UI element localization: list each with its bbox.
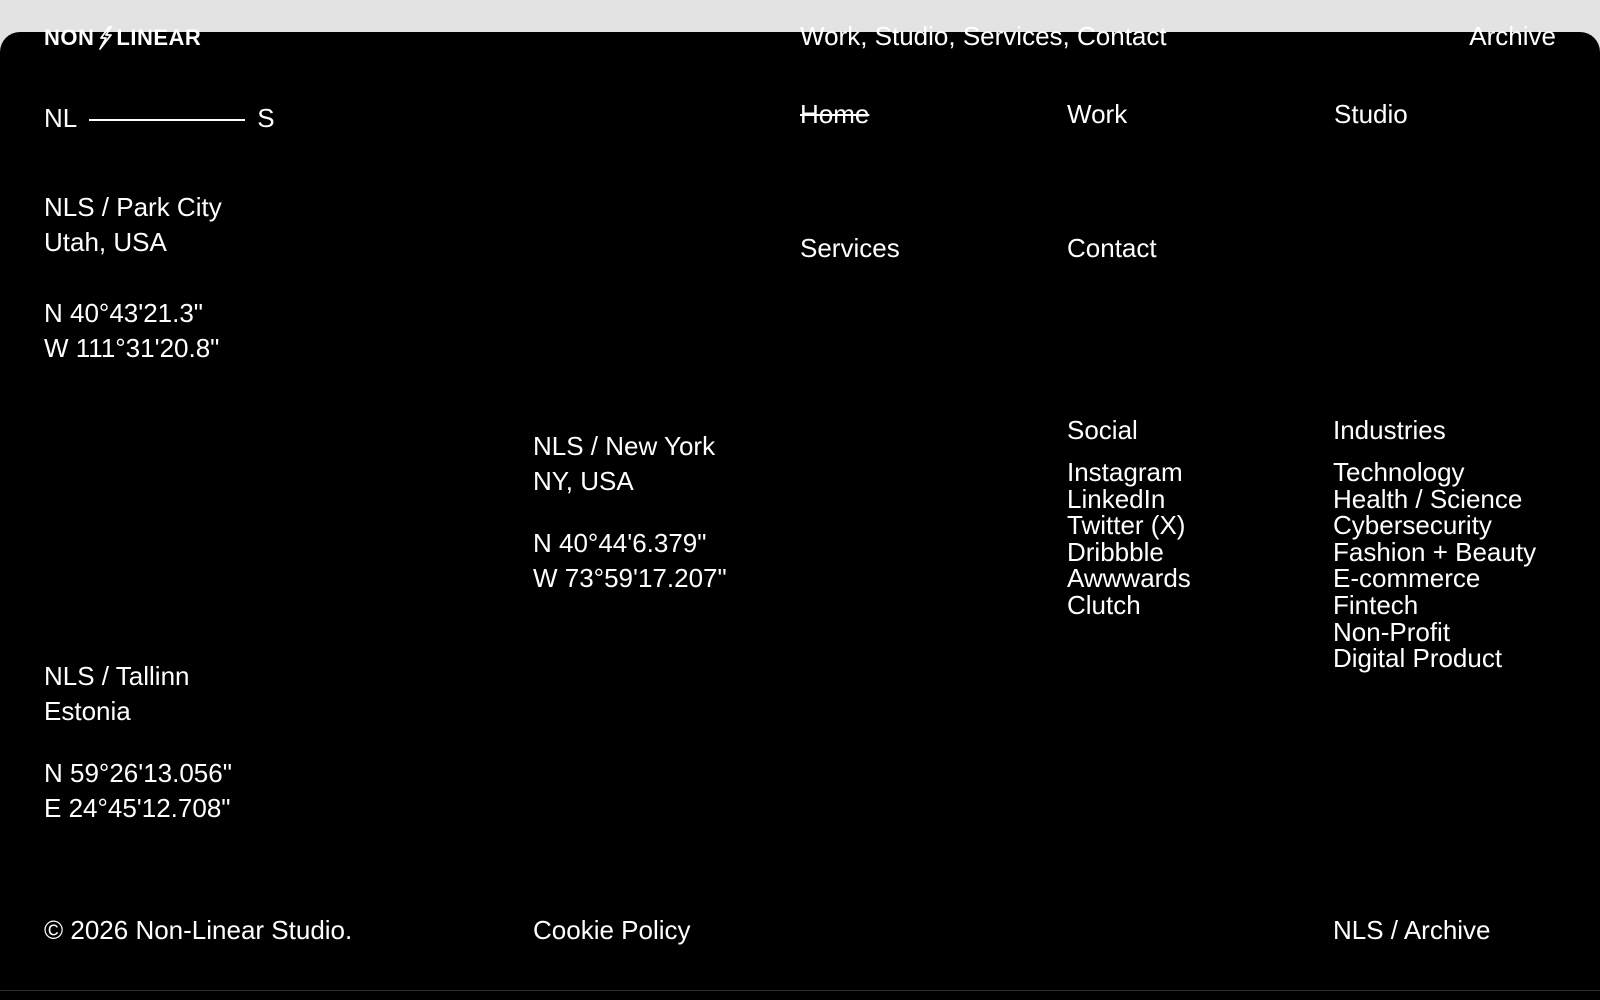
social-link-clutch[interactable]: Clutch	[1067, 592, 1191, 619]
location-name: NLS / Park City	[44, 192, 222, 222]
nls-mark: NL S	[44, 100, 275, 136]
logo-text-left: NON	[44, 25, 95, 50]
location-region: Estonia	[44, 696, 131, 726]
location-longitude: W 111°31'20.8"	[44, 333, 220, 363]
top-nav-archive[interactable]: Archive	[1469, 20, 1556, 52]
location-name: NLS / Tallinn	[44, 661, 190, 691]
industry-link-fintech[interactable]: Fintech	[1333, 592, 1536, 619]
social-link-dribbble[interactable]: Dribbble	[1067, 539, 1191, 566]
menu-home-link[interactable]: Home	[800, 98, 869, 130]
location-region: Utah, USA	[44, 227, 167, 257]
industry-link-digital-product[interactable]: Digital Product	[1333, 645, 1536, 672]
social-section: Social Instagram LinkedIn Twitter (X) Dr…	[1067, 414, 1191, 619]
logo[interactable]: NON LINEAR	[44, 26, 201, 50]
panel-bottom-edge	[0, 990, 1600, 1000]
menu-studio-link[interactable]: Studio	[1334, 98, 1408, 130]
social-link-instagram[interactable]: Instagram	[1067, 459, 1191, 486]
location-longitude: E 24°45'12.708"	[44, 793, 231, 823]
industry-link-non-profit[interactable]: Non-Profit	[1333, 618, 1536, 646]
social-heading: Social	[1067, 415, 1138, 445]
menu-work-link[interactable]: Work	[1067, 98, 1127, 130]
lightning-bolt-icon	[99, 26, 113, 50]
menu-services-link[interactable]: Services	[800, 232, 900, 264]
location-new-york: NLS / New York NY, USA N 40°44'6.379" W …	[533, 429, 727, 596]
social-link-linkedin[interactable]: LinkedIn	[1067, 485, 1191, 513]
nls-mark-right: S	[257, 103, 275, 133]
logo-text-right: LINEAR	[116, 25, 202, 50]
footer-cookie-policy-link[interactable]: Cookie Policy	[533, 913, 691, 948]
nls-mark-rule	[89, 119, 246, 121]
location-latitude: N 40°43'21.3"	[44, 298, 204, 328]
location-region: NY, USA	[533, 466, 634, 496]
top-nav-studio[interactable]: Studio	[875, 21, 949, 51]
social-link-twitter[interactable]: Twitter (X)	[1067, 512, 1191, 539]
footer-archive-link[interactable]: NLS / Archive	[1333, 913, 1491, 948]
industry-link-cybersecurity[interactable]: Cybersecurity	[1333, 512, 1536, 539]
industry-link-health-science[interactable]: Health / Science	[1333, 485, 1536, 513]
location-name: NLS / New York	[533, 431, 716, 461]
industries-section: Industries Technology Health / Science C…	[1333, 414, 1536, 672]
location-latitude: N 59°26'13.056"	[44, 758, 232, 788]
industry-link-technology[interactable]: Technology	[1333, 459, 1536, 486]
top-nav-work[interactable]: Work	[800, 21, 860, 51]
menu-contact-link[interactable]: Contact	[1067, 232, 1157, 264]
location-latitude: N 40°44'6.379"	[533, 528, 707, 558]
location-tallinn: NLS / Tallinn Estonia N 59°26'13.056" E …	[44, 659, 232, 826]
industry-link-ecommerce[interactable]: E-commerce	[1333, 565, 1536, 592]
industries-heading: Industries	[1333, 415, 1446, 445]
top-nav-services[interactable]: Services	[963, 21, 1063, 51]
industry-link-fashion-beauty[interactable]: Fashion + Beauty	[1333, 539, 1536, 566]
top-nav-contact[interactable]: Contact	[1077, 21, 1167, 51]
top-nav: Work, Studio, Services, Contact	[800, 21, 1167, 51]
location-longitude: W 73°59'17.207"	[533, 563, 727, 593]
social-link-awwwards[interactable]: Awwwards	[1067, 565, 1191, 592]
footer-copyright: © 2026 Non-Linear Studio.	[44, 915, 353, 945]
location-park-city: NLS / Park City Utah, USA N 40°43'21.3" …	[44, 190, 222, 366]
nls-mark-left: NL	[44, 103, 78, 133]
